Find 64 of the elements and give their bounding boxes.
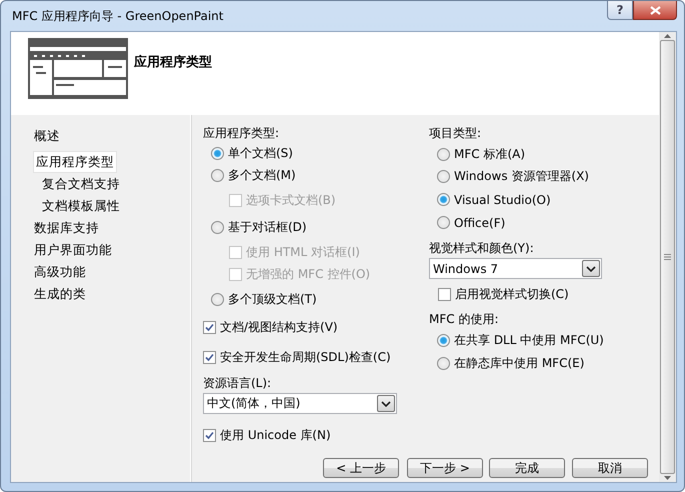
nav-item[interactable]: 生成的类 bbox=[31, 283, 89, 305]
radio-label: 在共享 DLL 中使用 MFC(U) bbox=[454, 332, 604, 349]
radio-button[interactable] bbox=[437, 148, 450, 160]
radio-button[interactable] bbox=[437, 170, 450, 183]
radio-label: 多个顶级文档(T) bbox=[228, 290, 317, 308]
checkbox-label: 启用视觉样式切换(C) bbox=[455, 286, 569, 302]
nav-item[interactable]: 概述 bbox=[31, 125, 63, 147]
checkbox[interactable] bbox=[203, 320, 216, 334]
checkbox-label: 使用 Unicode 库(N) bbox=[220, 426, 331, 444]
scroll-up-icon[interactable] bbox=[664, 34, 671, 38]
help-button[interactable]: ? bbox=[607, 1, 633, 20]
field-label: 资源语言(L): bbox=[203, 374, 272, 392]
radio-button[interactable] bbox=[211, 169, 224, 182]
wizard-button[interactable]: 下一步 > bbox=[407, 458, 483, 478]
check-icon bbox=[205, 322, 214, 332]
wizard-button[interactable]: 完成 bbox=[489, 458, 565, 478]
checkbox-label: 文档/视图结构支持(V) bbox=[220, 318, 338, 336]
checkbox-label: 选项卡式文档(B) bbox=[246, 192, 336, 208]
checkbox[interactable] bbox=[438, 288, 451, 300]
nav-item[interactable]: 高级功能 bbox=[31, 261, 89, 283]
close-icon bbox=[650, 6, 660, 14]
wizard-button[interactable]: 取消 bbox=[572, 458, 648, 478]
radio-button[interactable] bbox=[211, 292, 224, 306]
nav-item[interactable]: 用户界面功能 bbox=[31, 239, 115, 261]
field-label: 视觉样式和颜色(Y): bbox=[429, 240, 535, 256]
radio-label: 单个文档(S) bbox=[228, 145, 293, 162]
checkbox[interactable] bbox=[203, 428, 216, 442]
check-icon bbox=[205, 430, 214, 440]
checkbox-label: 使用 HTML 对话框(I) bbox=[246, 244, 360, 260]
radio-label: 在静态库中使用 MFC(E) bbox=[454, 355, 584, 372]
scrollbar[interactable] bbox=[659, 32, 676, 482]
caret-icon bbox=[381, 400, 391, 406]
nav-item[interactable]: 文档模板属性 bbox=[39, 195, 123, 217]
radio-button[interactable] bbox=[211, 220, 224, 234]
language-dropdown[interactable]: 中文(简体，中国) bbox=[203, 393, 397, 414]
nav-item[interactable]: 应用程序类型 bbox=[33, 151, 117, 173]
caret-icon bbox=[586, 266, 596, 272]
checkbox-label: 无增强的 MFC 控件(O) bbox=[246, 266, 370, 282]
radio-button[interactable] bbox=[437, 193, 450, 206]
section-label: 应用程序类型: bbox=[203, 124, 280, 142]
radio-button[interactable] bbox=[437, 357, 450, 370]
section-label: 项目类型: bbox=[429, 124, 482, 142]
checkbox-label: 安全开发生命周期(SDL)检查(C) bbox=[220, 348, 391, 366]
radio-label: Office(F) bbox=[454, 216, 506, 230]
close-button[interactable] bbox=[633, 1, 677, 20]
radio-label: Windows 资源管理器(X) bbox=[454, 168, 589, 185]
wizard-button[interactable]: < 上一步 bbox=[323, 458, 399, 478]
radio-label: 多个文档(M) bbox=[228, 167, 296, 184]
radio-label: 基于对话框(D) bbox=[228, 218, 307, 236]
nav-item[interactable]: 复合文档支持 bbox=[39, 173, 123, 195]
radio-button[interactable] bbox=[211, 147, 224, 160]
page-title: 应用程序类型 bbox=[134, 54, 212, 71]
section-label: MFC 的使用: bbox=[429, 310, 500, 328]
radio-button[interactable] bbox=[437, 216, 450, 229]
window-title: MFC 应用程序向导 - GreenOpenPaint bbox=[11, 8, 224, 24]
check-icon bbox=[205, 352, 214, 362]
scroll-down-icon[interactable] bbox=[664, 476, 671, 480]
grip-icon bbox=[664, 254, 671, 260]
radio-label: Visual Studio(O) bbox=[454, 192, 551, 206]
nav-item[interactable]: 数据库支持 bbox=[31, 217, 102, 239]
radio-button[interactable] bbox=[437, 334, 450, 347]
checkbox[interactable] bbox=[203, 350, 216, 364]
style-dropdown[interactable]: Windows 7 bbox=[429, 258, 602, 279]
radio-label: MFC 标准(A) bbox=[454, 146, 526, 162]
